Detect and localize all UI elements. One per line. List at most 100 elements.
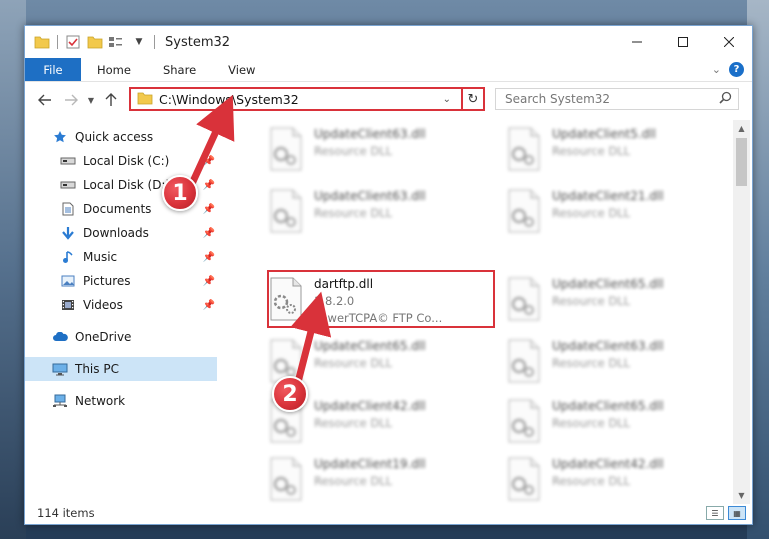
sidebar-item-label: Pictures (83, 274, 131, 288)
address-dropdown-chevron-icon[interactable]: ⌄ (443, 94, 451, 105)
sidebar-item-label: Local Disk (D:) (83, 178, 171, 192)
monitor-icon (51, 361, 69, 377)
file-item[interactable]: UpdateClient65.dll Resource DLL (505, 392, 733, 452)
file-description: Resource DLL (314, 144, 393, 158)
pin-icon[interactable]: 📌 (203, 252, 215, 263)
title-bar: ▼ System32 (25, 26, 752, 58)
file-name: UpdateClient65.dll (552, 277, 664, 291)
sidebar-item-label: Local Disk (C:) (83, 154, 170, 168)
file-item[interactable]: UpdateClient63.dll Resource DLL (267, 120, 495, 180)
item-count: 114 items (37, 506, 95, 520)
folder-icon[interactable] (33, 33, 51, 51)
help-button[interactable]: ? (729, 62, 744, 77)
properties-check-icon[interactable] (64, 33, 82, 51)
file-description: Resource DLL (552, 356, 631, 370)
file-description: Resource DLL (552, 474, 631, 488)
file-item[interactable]: UpdateClient65.dll Resource DLL (505, 270, 733, 330)
scroll-up-arrow-icon[interactable]: ▲ (733, 120, 750, 137)
sidebar-item-label: OneDrive (75, 330, 132, 344)
file-item[interactable]: UpdateClient63.dll Resource DLL (267, 182, 495, 242)
up-arrow-icon[interactable] (101, 93, 121, 107)
recent-locations-chevron-icon[interactable]: ▼ (81, 96, 101, 105)
file-description: Resource DLL (314, 356, 393, 370)
file-name: UpdateClient5.dll (552, 127, 656, 141)
pin-icon[interactable]: 📌 (203, 300, 215, 311)
sidebar-item-pictures[interactable]: Pictures 📌 (25, 269, 217, 293)
search-input[interactable]: Search System32 (495, 88, 739, 110)
sidebar-item-onedrive[interactable]: OneDrive (25, 325, 217, 349)
sidebar-item-label: Network (75, 394, 126, 408)
file-item[interactable]: UpdateClient21.dll Resource DLL (505, 182, 733, 242)
chevron-down-icon[interactable]: ▼ (130, 33, 148, 51)
file-name: UpdateClient42.dll (314, 399, 426, 413)
expand-ribbon-chevron-icon[interactable]: ⌄ (712, 63, 721, 76)
search-icon (719, 91, 732, 107)
file-name: UpdateClient63.dll (314, 127, 426, 141)
address-bar[interactable]: C:\Windows\System32 ⌄ (129, 87, 485, 111)
file-description: Resource DLL (314, 416, 393, 430)
cloud-icon (51, 329, 69, 345)
step-callout-2: 2 (272, 376, 308, 412)
title-separator (154, 35, 155, 49)
file-description: Resource DLL (552, 206, 631, 220)
tab-home[interactable]: Home (81, 58, 147, 81)
refresh-button[interactable]: ↻ (461, 87, 485, 111)
tab-file[interactable]: File (25, 58, 81, 81)
sidebar-item-downloads[interactable]: Downloads 📌 (25, 221, 217, 245)
file-item[interactable]: UpdateClient19.dll Resource DLL (267, 450, 495, 505)
close-button[interactable] (706, 26, 752, 58)
sidebar-item-local-disk-c[interactable]: Local Disk (C:) 📌 (25, 149, 217, 173)
refresh-icon: ↻ (467, 91, 479, 107)
quick-access-toolbar: ▼ (33, 33, 161, 51)
window-title: System32 (165, 34, 231, 50)
tab-share[interactable]: Share (147, 58, 212, 81)
dll-file-icon (505, 456, 543, 502)
file-item[interactable]: UpdateClient5.dll Resource DLL (505, 120, 733, 180)
file-description: Resource DLL (552, 144, 631, 158)
customize-toolbar-icon[interactable] (108, 33, 126, 51)
dll-file-icon (505, 276, 543, 322)
tab-view[interactable]: View (212, 58, 271, 81)
new-folder-icon[interactable] (86, 33, 104, 51)
download-arrow-icon (59, 225, 77, 241)
pin-icon[interactable]: 📌 (203, 204, 215, 215)
maximize-button[interactable] (660, 26, 706, 58)
minimize-button[interactable] (614, 26, 660, 58)
vertical-scrollbar[interactable]: ▲ ▼ (733, 120, 750, 504)
drive-icon (59, 177, 77, 193)
window-controls (614, 26, 752, 58)
back-arrow-icon[interactable] (35, 94, 55, 106)
desktop-background-left (0, 0, 26, 539)
pin-icon[interactable]: 📌 (203, 156, 215, 167)
dll-file-icon (267, 456, 305, 502)
network-icon (51, 393, 69, 409)
ribbon-right-controls: ⌄ ? (712, 58, 752, 81)
sidebar-item-music[interactable]: Music 📌 (25, 245, 217, 269)
file-item[interactable]: UpdateClient63.dll Resource DLL (505, 332, 733, 392)
sidebar-item-label: This PC (75, 362, 119, 376)
scroll-thumb[interactable] (736, 138, 747, 186)
sidebar-item-videos[interactable]: Videos 📌 (25, 293, 217, 317)
pin-icon[interactable]: 📌 (203, 228, 215, 239)
tiles-view-icon[interactable]: ▦ (728, 506, 746, 520)
dll-file-icon (505, 338, 543, 384)
dll-file-icon (505, 398, 543, 444)
dll-file-icon (267, 188, 305, 234)
pin-icon[interactable]: 📌 (203, 276, 215, 287)
file-name: UpdateClient63.dll (314, 189, 426, 203)
film-icon (59, 297, 77, 313)
folder-icon (137, 91, 153, 108)
sidebar-item-this-pc[interactable]: This PC (25, 357, 217, 381)
file-name: UpdateClient65.dll (314, 339, 426, 353)
search-placeholder: Search System32 (505, 92, 611, 106)
file-item[interactable]: UpdateClient42.dll Resource DLL (505, 450, 733, 505)
pin-icon[interactable]: 📌 (203, 180, 215, 191)
sidebar-item-label: Documents (83, 202, 152, 216)
sidebar-item-network[interactable]: Network (25, 389, 217, 413)
file-description: Resource DLL (552, 294, 631, 308)
forward-arrow-icon[interactable] (61, 94, 81, 106)
sidebar-item-label: Quick access (75, 130, 154, 144)
sidebar-item-label: Videos (83, 298, 123, 312)
details-view-icon[interactable]: ☰ (706, 506, 724, 520)
sidebar-item-quick-access[interactable]: Quick access (25, 125, 217, 149)
